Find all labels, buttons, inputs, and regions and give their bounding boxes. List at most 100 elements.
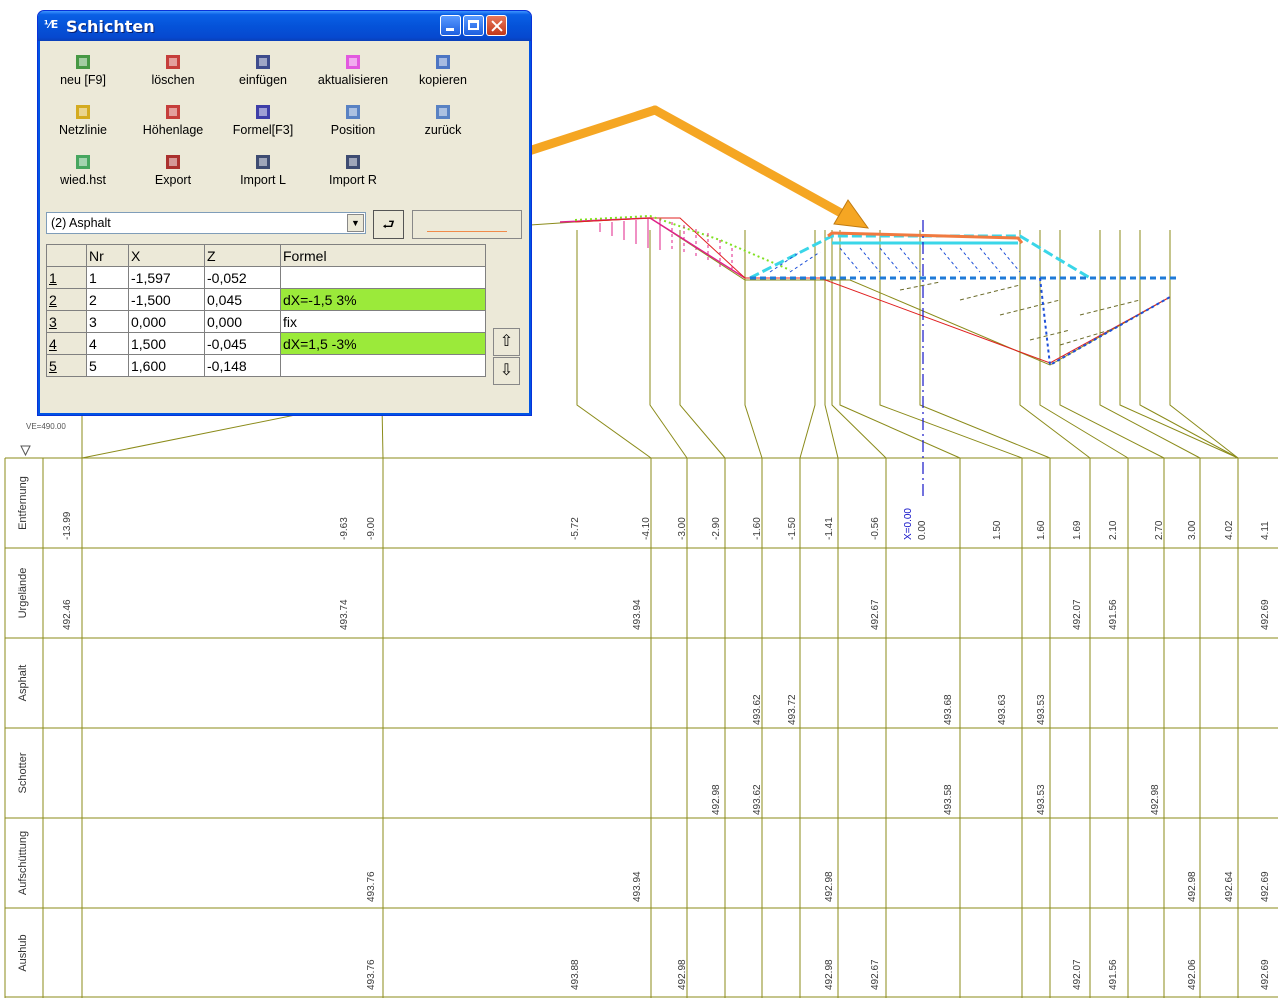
- cell-row: 3: [46, 310, 87, 333]
- cell-x[interactable]: 1,500: [128, 332, 205, 355]
- export-icon: [164, 153, 182, 171]
- ve-label: VE=490.00: [26, 422, 66, 431]
- tool-label: Export: [154, 173, 192, 187]
- band-value: 492.98: [677, 959, 688, 990]
- tool-import-left-button[interactable]: Import L: [218, 149, 308, 195]
- tool-restore-button[interactable]: wied.hst: [38, 149, 128, 195]
- band-label-aufschuettung: Aufschüttung: [17, 830, 29, 896]
- band-value: 492.07: [1072, 599, 1083, 630]
- cell-x[interactable]: -1,500: [128, 288, 205, 311]
- tool-netline-button[interactable]: Netzlinie: [38, 99, 128, 145]
- minimize-button[interactable]: [440, 15, 461, 36]
- cell-row: 4: [46, 332, 87, 355]
- band-value: 492.98: [1187, 871, 1198, 902]
- cell-z[interactable]: 0,000: [204, 310, 281, 333]
- tool-import-right-button[interactable]: Import R: [308, 149, 398, 195]
- leader-line: [679, 230, 726, 459]
- tool-label: wied.hst: [60, 173, 106, 187]
- tool-copy-button[interactable]: kopieren: [398, 49, 488, 95]
- cell-nr[interactable]: 4: [86, 332, 129, 355]
- table-row[interactable]: 4 4 1,500 -0,045 dX=1,5 -3%: [46, 332, 486, 355]
- cell-z[interactable]: -0,052: [204, 266, 281, 289]
- centerline-label: X=0.00: [903, 508, 914, 540]
- leader-line: [1059, 230, 1165, 459]
- layer-points-table: Nr X Z Formel 1 1 -1,597 -0,052 2 2 -1,500 0,04…: [46, 244, 486, 377]
- tool-label: einfügen: [239, 73, 287, 87]
- band-value: -5.72: [570, 517, 581, 540]
- tool-label: Position: [330, 123, 376, 137]
- tool-formula-button[interactable]: Formel[F3]: [218, 99, 308, 145]
- tool-new-layer-button[interactable]: neu [F9]: [38, 49, 128, 95]
- cell-nr[interactable]: 2: [86, 288, 129, 311]
- chevron-down-icon[interactable]: ▼: [347, 214, 364, 232]
- layer-select-value: (2) Asphalt: [51, 216, 111, 230]
- tool-insert-layer-button[interactable]: einfügen: [218, 49, 308, 95]
- cell-nr[interactable]: 5: [86, 354, 129, 377]
- cell-formel[interactable]: [280, 266, 486, 289]
- band-value: 0.00: [917, 520, 928, 540]
- cell-nr[interactable]: 3: [86, 310, 129, 333]
- col-header-z: Z: [204, 244, 281, 267]
- tool-label: Höhenlage: [142, 123, 204, 137]
- cell-nr[interactable]: 1: [86, 266, 129, 289]
- cell-z[interactable]: -0,148: [204, 354, 281, 377]
- band-value: 492.98: [711, 784, 722, 815]
- cell-formel[interactable]: dX=-1,5 3%: [280, 288, 486, 311]
- band-label-asphalt: Asphalt: [17, 664, 29, 702]
- table-row[interactable]: 1 1 -1,597 -0,052: [46, 266, 486, 289]
- band-value: 4.11: [1260, 521, 1271, 540]
- band-value: -9.63: [339, 517, 350, 540]
- tool-delete-layer-button[interactable]: löschen: [128, 49, 218, 95]
- import-left-icon: [254, 153, 272, 171]
- cell-formel[interactable]: [280, 354, 486, 377]
- layer-color-button[interactable]: [412, 210, 522, 239]
- apply-layer-button[interactable]: ⮐: [373, 210, 404, 239]
- band-value: -9.00: [366, 517, 377, 540]
- tool-label: zurück: [424, 123, 462, 137]
- band-value: 493.68: [943, 694, 954, 725]
- cell-x[interactable]: 0,000: [128, 310, 205, 333]
- band-label-aushub: Aushub: [17, 934, 29, 972]
- cell-formel[interactable]: fix: [280, 310, 486, 333]
- maximize-button[interactable]: [463, 15, 484, 36]
- tool-refresh-button[interactable]: aktualisieren: [308, 49, 398, 95]
- leader-line: [744, 230, 763, 459]
- cell-z[interactable]: -0,045: [204, 332, 281, 355]
- cell-z[interactable]: 0,045: [204, 288, 281, 311]
- title-bar[interactable]: ⅟E Schichten: [38, 11, 531, 41]
- tool-label: löschen: [151, 73, 195, 87]
- band-value: 493.72: [787, 694, 798, 725]
- tool-label: Formel[F3]: [232, 123, 294, 137]
- new-layer-icon: [74, 53, 92, 71]
- cell-formel[interactable]: dX=1,5 -3%: [280, 332, 486, 355]
- col-header-nr: Nr: [86, 244, 129, 267]
- layers-window[interactable]: ⅟E Schichten neu [F9] löschen einfügen aktu…: [37, 10, 532, 416]
- band-value: 491.56: [1108, 959, 1119, 990]
- table-row[interactable]: 3 3 0,000 0,000 fix: [46, 310, 486, 333]
- corner-cell: [46, 244, 87, 267]
- table-row[interactable]: 5 5 1,600 -0,148: [46, 354, 486, 377]
- move-down-button[interactable]: ⇩: [493, 357, 520, 385]
- back-icon: [434, 103, 452, 121]
- tool-export-button[interactable]: Export: [128, 149, 218, 195]
- band-value: 492.06: [1187, 959, 1198, 990]
- elevation-icon: [164, 103, 182, 121]
- netline-icon: [74, 103, 92, 121]
- band-value: 491.56: [1108, 599, 1119, 630]
- close-button[interactable]: [486, 15, 507, 36]
- band-value: 492.07: [1072, 959, 1083, 990]
- table-row[interactable]: 2 2 -1,500 0,045 dX=-1,5 3%: [46, 288, 486, 311]
- band-value: 493.53: [1036, 784, 1047, 815]
- band-value: -0.56: [870, 517, 881, 540]
- tool-back-button[interactable]: zurück: [398, 99, 488, 145]
- window-title: Schichten: [66, 17, 155, 36]
- move-up-button[interactable]: ⇧: [493, 328, 520, 356]
- tool-position-button[interactable]: Position: [308, 99, 398, 145]
- import-right-icon: [344, 153, 362, 171]
- cell-x[interactable]: 1,600: [128, 354, 205, 377]
- tool-elevation-button[interactable]: Höhenlage: [128, 99, 218, 145]
- layer-select[interactable]: (2) Asphalt ▼: [46, 212, 366, 234]
- cell-x[interactable]: -1,597: [128, 266, 205, 289]
- band-value: 1.50: [992, 520, 1003, 540]
- band-value: 492.67: [870, 599, 881, 630]
